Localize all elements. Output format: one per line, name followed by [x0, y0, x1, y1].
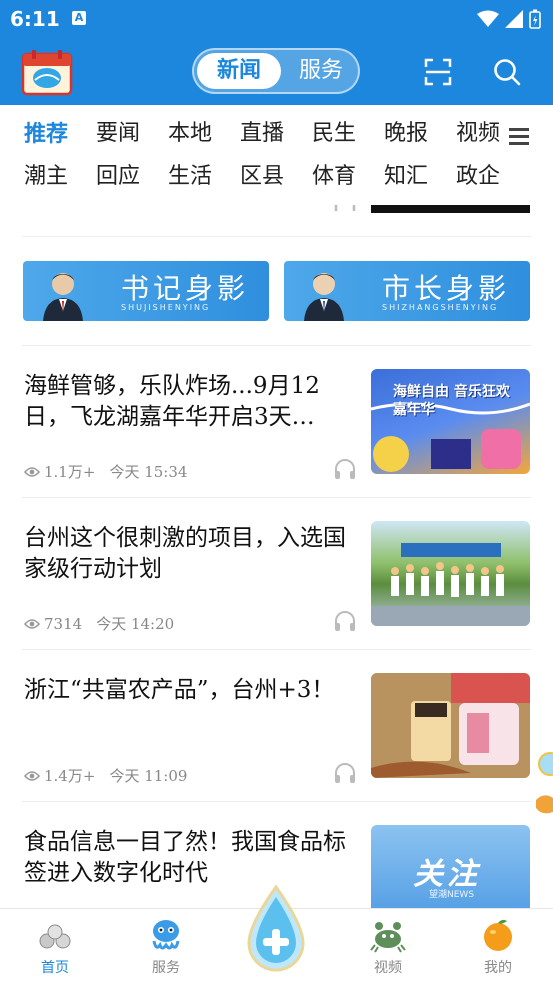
keyboard-a-icon: A [72, 11, 86, 25]
thumbnail-subtext: 望潮NEWS [429, 890, 475, 900]
headphones-icon[interactable] [333, 761, 357, 785]
channel-tab[interactable]: 政企 [456, 162, 500, 192]
channel-tab[interactable]: 知汇 [384, 162, 428, 192]
wifi-icon [477, 10, 499, 27]
banner-mayor[interactable]: 市长身影 SHIZHANGSHENYING [284, 261, 530, 321]
view-count: 7314 [44, 614, 83, 633]
publish-time: 今天 14:20 [96, 615, 175, 633]
divider [22, 649, 531, 650]
news-title: 食品信息一目了然！我国食品标签进入数字化时代 [24, 829, 346, 886]
eye-icon [24, 466, 40, 477]
banner-secretary[interactable]: 书记身影 SHUJISHENYING [23, 261, 269, 321]
news-meta: 1.1万+ 今天 15:34 [24, 461, 187, 482]
divider [22, 236, 531, 237]
publish-time: 今天 11:09 [109, 767, 188, 785]
news-thumbnail: 海鲜自由 音乐狂欢嘉年华 [371, 369, 530, 474]
divider [22, 345, 531, 346]
divider [22, 497, 531, 498]
publish-time: 今天 15:34 [109, 463, 188, 481]
nav-profile[interactable]: 我的 [448, 909, 548, 984]
channel-tab[interactable]: 回应 [96, 162, 140, 192]
segment-service[interactable]: 服务 [288, 53, 354, 89]
nav-service[interactable]: 服务 [116, 909, 216, 984]
channel-tab[interactable]: 要闻 [96, 119, 140, 149]
service-icon [152, 920, 180, 950]
home-icon [39, 924, 71, 949]
news-service-switch[interactable]: 新闻 服务 [192, 48, 360, 94]
channel-tab[interactable]: 潮主 [24, 162, 68, 192]
channel-tab[interactable]: 区县 [240, 162, 284, 192]
search-icon[interactable] [492, 57, 522, 87]
news-feed[interactable]: 书记身影 SHUJISHENYING 市长身影 SHIZHANGSHENYING… [0, 205, 553, 908]
profile-orange-icon [484, 919, 512, 951]
headphones-icon[interactable] [333, 457, 357, 481]
news-item[interactable]: 海鲜管够，乐队炸场...9月12日，飞龙湖嘉年华开启3天… 1.1万+ 今天 1… [0, 369, 553, 521]
channel-tab[interactable]: 视频 [456, 119, 502, 149]
channel-tab[interactable]: 晚报 [384, 119, 428, 149]
channel-tab[interactable]: 生活 [168, 162, 212, 192]
nav-label: 我的 [484, 960, 512, 976]
channel-tab[interactable]: 直播 [240, 119, 284, 149]
headphones-icon[interactable] [333, 609, 357, 633]
segment-news[interactable]: 新闻 [197, 53, 281, 89]
battery-icon [529, 9, 541, 29]
news-item[interactable]: 台州这个很刺激的项目，入选国家级行动计划 7314 今天 14:20 [0, 521, 553, 673]
channel-tabs: 推荐 要闻 本地 直播 民生 晚报 视频 潮主 回应 生活 区县 体育 知汇 政… [0, 105, 553, 205]
channel-tab[interactable]: 推荐 [24, 119, 68, 149]
news-title: 浙江“共富农产品”，台州+3！ [24, 677, 335, 703]
news-thumbnail: 关注 望潮NEWS [371, 825, 530, 908]
audio-icon [334, 205, 356, 211]
nav-label: 首页 [41, 960, 69, 976]
banner-pinyin: SHUJISHENYING [121, 303, 211, 312]
banner-title: 书记身影 [121, 272, 250, 305]
channel-tab[interactable]: 本地 [168, 119, 212, 149]
divider [22, 801, 531, 802]
channel-menu-icon[interactable] [507, 124, 531, 148]
center-plus-icon[interactable] [241, 885, 311, 977]
news-meta: 1.4万+ 今天 11:09 [24, 765, 187, 786]
nav-home[interactable]: 首页 [5, 909, 105, 984]
thumbnail-text: 海鲜自由 音乐狂欢嘉年华 [393, 384, 510, 418]
news-title: 台州这个很刺激的项目，入选国家级行动计划 [24, 525, 346, 582]
signal-icon [505, 10, 523, 28]
app-logo-icon[interactable] [20, 48, 74, 96]
system-icons [477, 9, 541, 29]
nav-label: 服务 [152, 960, 180, 976]
banner-title: 市长身影 [382, 272, 511, 305]
previous-thumbnail [371, 205, 530, 213]
video-crab-icon [370, 922, 406, 953]
nav-label: 视频 [374, 960, 402, 976]
floating-mascot-icon[interactable] [530, 752, 553, 824]
portrait-icon [43, 273, 83, 321]
news-title: 海鲜管够，乐队炸场...9月12日，飞龙湖嘉年华开启3天… [24, 373, 320, 430]
top-app-bar: 6:11 A 新闻 服务 [0, 0, 553, 105]
view-count: 1.1万+ [44, 463, 96, 481]
status-time: 6:11 [10, 7, 60, 31]
news-thumbnail [371, 521, 530, 626]
portrait-icon [304, 273, 344, 321]
nav-video[interactable]: 视频 [338, 909, 438, 984]
previous-item-remnant [0, 205, 553, 225]
eye-icon [24, 618, 40, 629]
news-meta: 7314 今天 14:20 [24, 613, 174, 634]
status-bar: 6:11 A [0, 0, 553, 38]
channel-tab[interactable]: 体育 [312, 162, 356, 192]
eye-icon [24, 770, 40, 781]
scan-icon[interactable] [423, 57, 453, 87]
news-item[interactable]: 浙江“共富农产品”，台州+3！ 1.4万+ 今天 11:09 [0, 673, 553, 825]
channel-tab[interactable]: 民生 [312, 119, 356, 149]
news-thumbnail [371, 673, 530, 778]
banner-pinyin: SHIZHANGSHENYING [382, 303, 499, 312]
view-count: 1.4万+ [44, 767, 96, 785]
